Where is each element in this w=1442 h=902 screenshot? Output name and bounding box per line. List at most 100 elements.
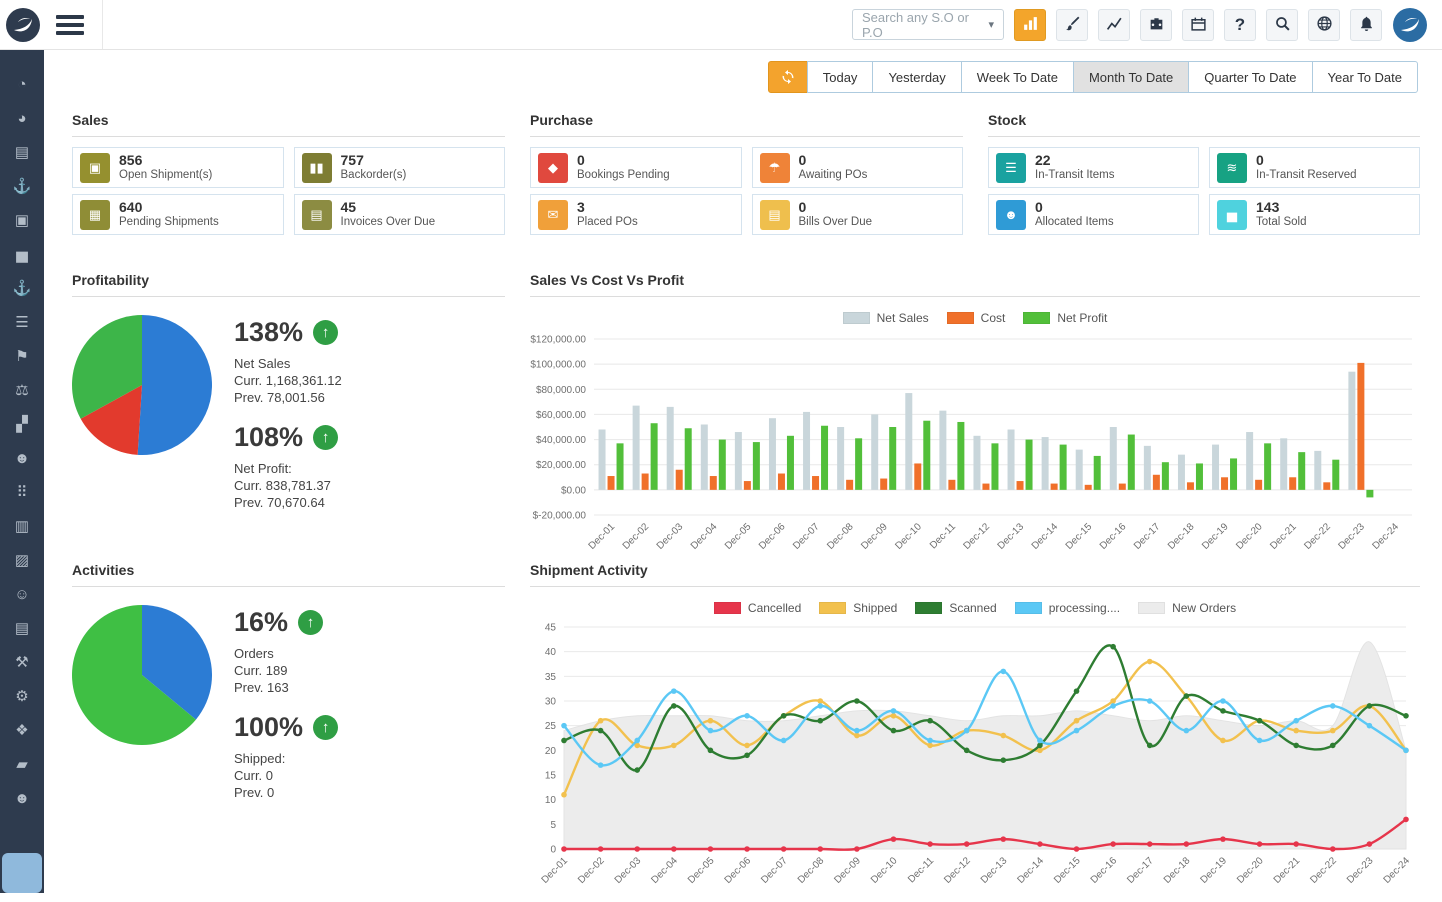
- partners-icon[interactable]: ☻: [0, 442, 44, 476]
- paint-brush-button[interactable]: [1056, 8, 1088, 41]
- briefcase-button[interactable]: [1140, 8, 1172, 41]
- kpi-card-in-transit-reserved[interactable]: ≋ 0 In-Transit Reserved: [1209, 147, 1420, 188]
- kpi-value: 640: [119, 199, 143, 216]
- tab-yesterday[interactable]: Yesterday: [872, 61, 962, 93]
- performance-icon[interactable]: ◕: [0, 102, 44, 136]
- kpi-card-bookings-pending[interactable]: ◆ 0 Bookings Pending: [530, 147, 742, 188]
- search-placeholder: Search any S.O or P.O: [862, 9, 969, 40]
- activities-pie-chart[interactable]: [72, 605, 212, 745]
- analytics-icon[interactable]: ▞: [0, 408, 44, 442]
- kpi-label: In-Transit Reserved: [1256, 169, 1357, 181]
- svg-text:40: 40: [545, 647, 557, 658]
- sidebar-scrollbar[interactable]: [2, 853, 42, 893]
- bell-button[interactable]: [1350, 8, 1382, 41]
- stat-block: 138% ↑ Net Sales Curr. 1,168,361.12 Prev. 78…: [234, 317, 342, 406]
- svg-text:Dec-11: Dec-11: [906, 855, 936, 885]
- legend-item-processing[interactable]: processing....: [1014, 601, 1121, 615]
- globe-icon: [1316, 15, 1333, 35]
- legend-item-scanned[interactable]: Scanned: [915, 601, 997, 615]
- legend-item-cost[interactable]: Cost: [946, 311, 1005, 325]
- kpi-card-backorder-s[interactable]: ▮▮ 757 Backorder(s): [293, 147, 505, 188]
- globe-button[interactable]: [1308, 8, 1340, 41]
- svg-text:Dec-23: Dec-23: [1345, 855, 1376, 886]
- delivery-icon[interactable]: ⚑: [0, 340, 44, 374]
- tab-week-to-date[interactable]: Week To Date: [960, 61, 1074, 93]
- packages-icon[interactable]: ▣: [0, 204, 44, 238]
- outbound-icon[interactable]: ⚓: [0, 272, 44, 306]
- apps-icon[interactable]: ⠿: [0, 476, 44, 510]
- pie-slice-net-sales[interactable]: [137, 315, 212, 455]
- svg-text:5: 5: [550, 820, 556, 831]
- bills-icon[interactable]: ▤: [0, 612, 44, 646]
- kpi-card-allocated-items[interactable]: ☻ 0 Allocated Items: [988, 194, 1199, 235]
- svg-text:25: 25: [545, 721, 557, 732]
- layers-icon[interactable]: ❖: [0, 714, 44, 748]
- refresh-button[interactable]: [767, 61, 808, 93]
- folders-icon[interactable]: ▰: [0, 748, 44, 782]
- sales-cards: ▣ 856 Open Shipment(s) ▮▮ 757 Backorder(s) ▦ 64…: [72, 147, 505, 235]
- team-icon[interactable]: ☻: [0, 782, 44, 816]
- invoices-icon[interactable]: ▤: [0, 136, 44, 170]
- kpi-label: Bookings Pending: [577, 169, 670, 181]
- contacts-icon[interactable]: ☺: [0, 578, 44, 612]
- kpi-card-total-sold[interactable]: ▅ 143 Total Sold: [1209, 194, 1420, 235]
- search-button[interactable]: [1266, 8, 1298, 41]
- balance-icon[interactable]: ⚖: [0, 374, 44, 408]
- kpi-card-awaiting-pos[interactable]: ☂ 0 Awaiting POs: [751, 147, 963, 188]
- line-chart-button[interactable]: [1098, 8, 1130, 41]
- kpi-value: 0: [798, 152, 807, 169]
- kpi-card-in-transit-items[interactable]: ☰ 22 In-Transit Items: [988, 147, 1199, 188]
- shipment-activity-chart[interactable]: 051015202530354045Dec-01 Dec-02 Dec-03 Dec-…: [530, 621, 1418, 897]
- legend-item-net-sales[interactable]: Net Sales: [842, 311, 929, 325]
- legend-swatch: [946, 312, 974, 324]
- kpi-card-open-shipment-s[interactable]: ▣ 856 Open Shipment(s): [72, 147, 284, 188]
- search-input[interactable]: Search any S.O or P.O ▾: [852, 9, 1004, 40]
- tools-icon[interactable]: ⚒: [0, 646, 44, 680]
- tab-month-to-date[interactable]: Month To Date: [1072, 61, 1190, 93]
- help-button[interactable]: ?: [1224, 8, 1256, 41]
- shipment-activity-title: Shipment Activity: [530, 562, 1420, 587]
- search-icon: [1274, 15, 1291, 35]
- svg-text:Dec-24: Dec-24: [1382, 855, 1413, 886]
- svg-text:Dec-01: Dec-01: [540, 855, 571, 886]
- orders-icon[interactable]: ☰: [0, 306, 44, 340]
- copies-icon[interactable]: ▨: [0, 544, 44, 578]
- kpi-card-pending-shipments[interactable]: ▦ 640 Pending Shipments: [72, 194, 284, 235]
- svg-text:Dec-02: Dec-02: [621, 521, 652, 552]
- profitability-pie-chart[interactable]: [72, 315, 212, 455]
- legend-label: processing....: [1048, 601, 1121, 615]
- svg-text:35: 35: [545, 672, 557, 683]
- bar-chart-button[interactable]: [1014, 8, 1046, 41]
- shipment-activity-legend: Cancelled Shipped Scanned processing.... New…: [530, 597, 1420, 619]
- kpi-label: Open Shipment(s): [119, 169, 213, 181]
- tab-today[interactable]: Today: [806, 61, 874, 93]
- legend-item-new-orders[interactable]: New Orders: [1138, 601, 1236, 615]
- kpi-value: 757: [340, 152, 364, 169]
- user-avatar[interactable]: [1392, 7, 1428, 43]
- svg-text:45: 45: [545, 623, 557, 634]
- svg-text:Dec-15: Dec-15: [1052, 855, 1083, 886]
- settings-icon[interactable]: ⚙: [0, 680, 44, 714]
- kpi-card-bills-over-due[interactable]: ▤ 0 Bills Over Due: [751, 194, 963, 235]
- kpi-card-invoices-over-due[interactable]: ▤ 45 Invoices Over Due: [293, 194, 505, 235]
- sales-stats-icon[interactable]: ▅: [0, 238, 44, 272]
- documents-icon[interactable]: ▥: [0, 510, 44, 544]
- menu-toggle-button[interactable]: [56, 13, 84, 37]
- calendar-button[interactable]: [1182, 8, 1214, 41]
- kpi-card-placed-pos[interactable]: ✉ 3 Placed POs: [530, 194, 742, 235]
- legend-item-cancelled[interactable]: Cancelled: [713, 601, 801, 615]
- legend-item-net-profit[interactable]: Net Profit: [1023, 311, 1107, 325]
- legend-item-shipped[interactable]: Shipped: [819, 601, 897, 615]
- tab-year-to-date[interactable]: Year To Date: [1311, 61, 1418, 93]
- stat-line: Curr. 1,168,361.12: [234, 373, 342, 388]
- stat-line: Shipped:: [234, 751, 286, 766]
- sales-cost-profit-chart[interactable]: $-20,000.00 $0.00 $20,000.00 $40,000.00 $60,…: [530, 331, 1418, 561]
- umbrella-icon: ☂: [759, 152, 790, 183]
- shipments-icon[interactable]: ⚓: [0, 170, 44, 204]
- tab-quarter-to-date[interactable]: Quarter To Date: [1188, 61, 1313, 93]
- chevron-down-icon: ▾: [988, 19, 994, 31]
- dashboard-icon[interactable]: ◔: [0, 68, 44, 102]
- svg-text:Dec-06: Dec-06: [723, 855, 754, 886]
- briefcase-icon: [1148, 15, 1165, 35]
- stat-line: Prev. 78,001.56: [234, 390, 325, 405]
